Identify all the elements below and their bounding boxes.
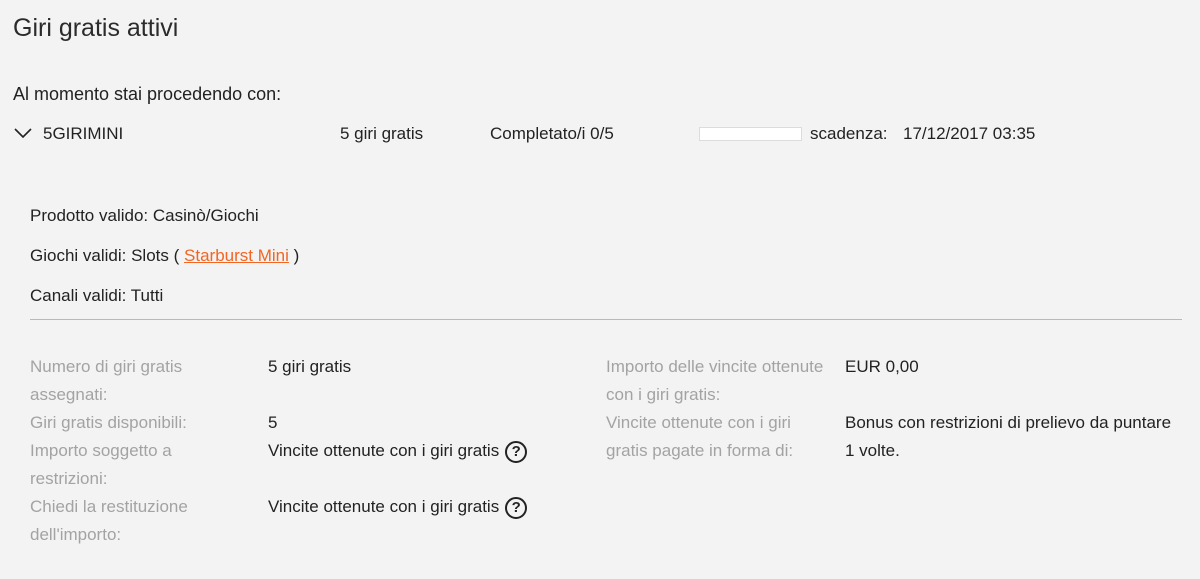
refund-request-text: Vincite ottenute con i giri gratis xyxy=(268,497,500,516)
help-icon[interactable]: ? xyxy=(505,496,528,519)
valid-games-suffix: ) xyxy=(293,246,300,265)
info-label-winnings-paid-as: Vincite ottenute con i giri gratis pagat… xyxy=(606,413,794,460)
info-label-assigned-spins: Numero di giri gratis assegnati: xyxy=(30,357,183,404)
page-title: Giri gratis attivi xyxy=(13,14,179,42)
info-label-available-spins: Giri gratis disponibili: xyxy=(30,413,187,432)
info-value-winnings-amount: EUR 0,00 xyxy=(845,357,919,376)
info-label-refund-request: Chiedi la restituzione dell'importo: xyxy=(30,497,188,544)
valid-games: Giochi validi: Slots ( Starburst Mini ) xyxy=(30,244,299,284)
bonus-row[interactable]: 5GIRIMINI 5 giri gratis Completato/i 0/5… xyxy=(13,122,1183,146)
info-label-restricted-amount: Importo soggetto a restrizioni: xyxy=(30,441,172,488)
info-value-restricted-amount: Vincite ottenute con i giri gratis? xyxy=(268,437,528,465)
info-value-assigned-spins: 5 giri gratis xyxy=(268,357,352,376)
restricted-amount-text: Vincite ottenute con i giri gratis xyxy=(268,441,500,460)
bonus-details: Prodotto valido: Casinò/Giochi Giochi va… xyxy=(30,204,299,324)
expiry-value: 17/12/2017 03:35 xyxy=(903,124,1036,143)
valid-product: Prodotto valido: Casinò/Giochi xyxy=(30,206,259,225)
bonus-spins: 5 giri gratis xyxy=(340,124,424,143)
valid-channels: Canali validi: Tutti xyxy=(30,286,164,305)
info-label-winnings-amount: Importo delle vincite ottenute con i gir… xyxy=(606,357,824,404)
bonus-completed: Completato/i 0/5 xyxy=(490,124,614,143)
help-icon[interactable]: ? xyxy=(505,440,528,463)
chevron-down-icon[interactable] xyxy=(13,125,33,141)
info-value-refund-request: Vincite ottenute con i giri gratis? xyxy=(268,493,528,521)
divider xyxy=(30,319,1182,320)
current-bonus-subtitle: Al momento stai procedendo con: xyxy=(13,84,282,104)
expiry-label: scadenza: xyxy=(810,124,888,143)
progress-bar xyxy=(699,127,802,141)
info-value-available-spins: 5 xyxy=(268,413,278,432)
game-link-starburst-mini[interactable]: Starburst Mini xyxy=(184,246,289,265)
valid-games-prefix: Giochi validi: Slots ( xyxy=(30,246,180,265)
info-value-winnings-paid-as: Bonus con restrizioni di prelievo da pun… xyxy=(845,413,1172,460)
bonus-code[interactable]: 5GIRIMINI xyxy=(43,122,123,146)
